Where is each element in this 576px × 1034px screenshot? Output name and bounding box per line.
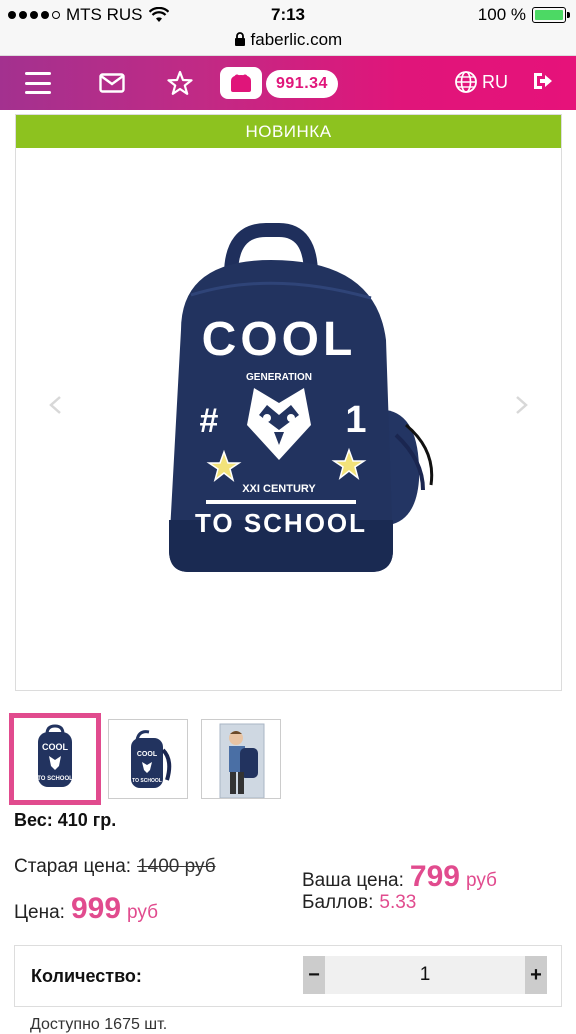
svg-text:COOL: COOL xyxy=(42,742,69,752)
price-row: Цена: 999 руб xyxy=(14,892,216,925)
points-value: 5.33 xyxy=(379,892,417,913)
language-selector[interactable]: RU xyxy=(454,70,508,94)
product-gallery: НОВИНКА COOL GENERATION # 1 XXI CENTURY … xyxy=(15,114,562,691)
quantity-label: Количество: xyxy=(31,966,142,986)
points-label: Баллов: xyxy=(302,892,374,913)
star-icon[interactable] xyxy=(166,68,194,98)
old-price-label: Старая цена: xyxy=(14,856,132,877)
price-currency: руб xyxy=(127,902,158,923)
logout-icon[interactable] xyxy=(532,70,554,97)
backpack-text-hash: # xyxy=(200,402,219,440)
url-domain: faberlic.com xyxy=(250,30,343,49)
backpack-text-century: XXI CENTURY xyxy=(242,483,316,495)
backpack-text-school: TO SCHOOL xyxy=(195,508,367,538)
arrow-left-icon[interactable] xyxy=(46,395,66,415)
battery-icon xyxy=(532,7,570,23)
mail-icon[interactable] xyxy=(98,68,126,98)
arrow-right-icon[interactable] xyxy=(511,395,531,415)
status-bar: MTS RUS 7:13 100 % xyxy=(0,0,576,30)
quantity-decrease-button[interactable]: − xyxy=(303,956,325,994)
your-price-currency: руб xyxy=(465,870,497,891)
thumbnail-front-image: COOL TO SCHOOL xyxy=(37,724,73,787)
new-badge: НОВИНКА xyxy=(16,115,561,148)
globe-icon xyxy=(455,71,477,93)
pricing-right: Ваша цена: 799 руб Баллов: 5.33 xyxy=(302,860,497,924)
old-price-row: Старая цена: 1400 руб xyxy=(14,856,216,888)
svg-text:TO SCHOOL: TO SCHOOL xyxy=(37,776,73,782)
thumbnail-model-image xyxy=(219,723,265,798)
url-bar[interactable]: faberlic.com xyxy=(0,30,576,56)
price-label: Цена: xyxy=(14,902,65,923)
quantity-increase-button[interactable]: + xyxy=(525,956,547,994)
thumbnail-side[interactable]: COOL TO SCHOOL xyxy=(108,719,188,799)
thumbnail-side-image: COOL TO SCHOOL xyxy=(131,730,172,788)
battery-percent: 100 % xyxy=(477,5,526,24)
svg-text:TO SCHOOL: TO SCHOOL xyxy=(132,778,162,784)
menu-icon[interactable] xyxy=(24,68,52,98)
backpack-image: COOL GENERATION # 1 XXI CENTURY TO SCHOO… xyxy=(169,223,434,572)
top-navbar: 991.34 RU xyxy=(0,56,576,110)
quantity-input[interactable]: 1 xyxy=(325,956,525,994)
thumbnail-front[interactable]: COOL TO SCHOOL xyxy=(9,713,101,805)
svg-text:COOL: COOL xyxy=(137,751,158,758)
old-price-value: 1400 руб xyxy=(137,856,216,877)
pricing-left: Старая цена: 1400 руб Цена: 999 руб xyxy=(14,856,216,925)
balance-badge[interactable]: 991.34 xyxy=(266,70,338,98)
your-price-label: Ваша цена: xyxy=(302,870,404,891)
quantity-stepper-box: Количество: − 1 + xyxy=(14,945,562,1007)
your-price-row: Ваша цена: 799 руб xyxy=(302,860,497,893)
wallet-icon[interactable] xyxy=(220,67,262,99)
battery-group: 100 % xyxy=(477,5,570,25)
availability-text: Доступно 1675 шт. xyxy=(30,1016,168,1033)
points-row: Баллов: 5.33 xyxy=(302,892,497,924)
thumbnail-model[interactable] xyxy=(201,719,281,799)
backpack-text-number: 1 xyxy=(345,399,366,441)
price-value: 999 xyxy=(70,892,122,925)
lock-icon xyxy=(234,30,246,52)
product-weight: Вес: 410 гр. xyxy=(14,810,117,830)
your-price-value: 799 xyxy=(409,860,460,893)
backpack-text-cool: COOL xyxy=(202,313,357,366)
language-label: RU xyxy=(482,71,508,92)
backpack-text-generation: GENERATION xyxy=(246,372,312,383)
